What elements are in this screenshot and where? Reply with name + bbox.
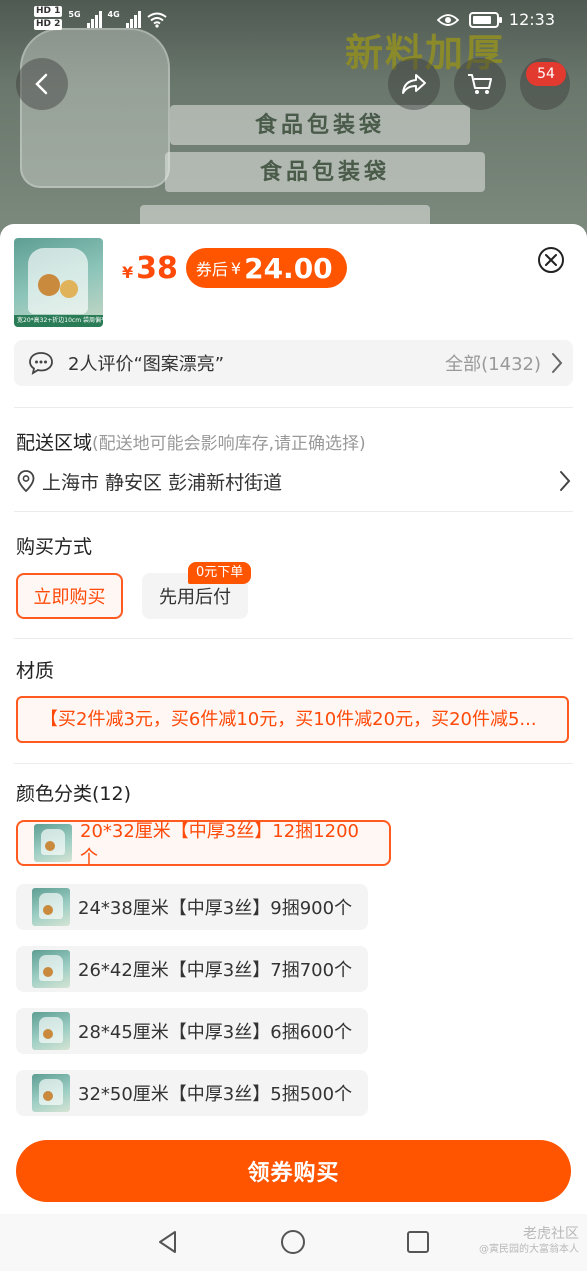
cart-icon xyxy=(468,74,492,94)
status-bar: HD 1 HD 2 5G 4G 12:33 xyxy=(0,0,587,44)
close-icon[interactable] xyxy=(537,246,565,274)
material-option[interactable]: 【买2件减3元，买6件减10元，买10件减20元，买20件减5... xyxy=(16,696,569,743)
sku-selection-sheet: 宽20*高32+折边10cm 袋周偏平袋 ¥ 38 券后 ¥ 24.00 2人评… xyxy=(0,224,587,1271)
wifi-icon xyxy=(147,12,167,28)
eye-icon xyxy=(436,13,459,26)
review-summary-bar[interactable]: 2人评价“图案漂亮” 全部(1432) xyxy=(14,340,573,386)
coupon-price-badge: 券后 ¥ 24.00 xyxy=(185,248,347,288)
battery-icon xyxy=(468,11,502,28)
variant-option[interactable]: 28*45厘米【中厚3丝】6捆600个 xyxy=(16,1008,368,1054)
variant-label: 20*32厘米【中厚3丝】12捆1200个 xyxy=(80,821,359,868)
food-image xyxy=(60,280,78,298)
network-label: 5G xyxy=(68,10,81,19)
hd2-label: HD 2 xyxy=(34,19,63,30)
buy-now-option[interactable]: 立即购买 xyxy=(16,573,123,619)
delivery-section-title: 配送区域(配送地可能会影响库存,请正确选择) xyxy=(16,428,366,455)
price-currency: ¥ xyxy=(122,262,134,282)
variant-label: 24*38厘米【中厚3丝】9捆900个 xyxy=(78,898,353,919)
divider xyxy=(14,638,573,639)
cart-count-badge: 54 xyxy=(526,62,566,86)
material-title: 材质 xyxy=(16,660,55,682)
back-button[interactable] xyxy=(16,58,68,110)
delivery-hint: (配送地可能会影响库存,请正确选择) xyxy=(92,434,366,454)
review-highlight: 2人评价“图案漂亮” xyxy=(68,354,225,375)
coupon-label: 券后 xyxy=(195,260,228,279)
variant-label: 28*45厘米【中厚3丝】6捆600个 xyxy=(78,1022,353,1043)
divider xyxy=(14,407,573,408)
watermark-title: 老虎社区 xyxy=(523,1226,579,1242)
hd-indicator: HD 1 HD 2 xyxy=(34,6,63,30)
cart-button[interactable] xyxy=(454,58,506,110)
chevron-left-icon xyxy=(35,73,48,95)
signal-icon xyxy=(125,10,141,28)
food-image xyxy=(38,274,60,296)
product-thumbnail[interactable]: 宽20*高32+折边10cm 袋周偏平袋 xyxy=(14,238,103,327)
status-time: 12:33 xyxy=(508,10,555,29)
nav-home-icon[interactable] xyxy=(279,1228,307,1256)
divider xyxy=(14,511,573,512)
zero-down-badge: 0元下单 xyxy=(188,562,252,584)
variant-option[interactable]: 24*38厘米【中厚3丝】9捆900个 xyxy=(16,884,368,930)
price-value: 38 xyxy=(136,250,178,286)
address-text: 上海市 静安区 彭浦新村街道 xyxy=(42,471,283,494)
color-category-title: 颜色分类(12) xyxy=(16,783,132,805)
hero-strip: 食品包装袋 xyxy=(170,105,470,145)
location-pin-icon xyxy=(17,470,35,493)
comment-icon xyxy=(29,352,53,375)
nav-recent-icon[interactable] xyxy=(404,1228,432,1256)
signal-icon xyxy=(86,10,102,28)
nav-back-icon[interactable] xyxy=(154,1228,182,1256)
variant-label: 26*42厘米【中厚3丝】7捆700个 xyxy=(78,960,353,981)
coupon-currency: ¥ xyxy=(230,258,242,278)
variant-label: 32*50厘米【中厚3丝】5捆500个 xyxy=(78,1084,353,1105)
hd1-label: HD 1 xyxy=(34,6,63,17)
variant-option[interactable]: 20*32厘米【中厚3丝】12捆1200个 xyxy=(16,820,391,868)
share-icon xyxy=(402,74,426,94)
product-price: ¥ 38 xyxy=(122,251,178,286)
coupon-price: 24.00 xyxy=(244,251,333,285)
review-count: 全部(1432) xyxy=(445,354,541,375)
watermark: 老虎社区 @寅民园的大富翁本人 xyxy=(479,1226,579,1258)
variant-option[interactable]: 32*50厘米【中厚3丝】5捆500个 xyxy=(16,1070,368,1116)
variant-thumbnail xyxy=(34,824,72,862)
purchase-method-title: 购买方式 xyxy=(16,536,93,558)
watermark-user: @寅民园的大富翁本人 xyxy=(479,1244,579,1255)
network-label: 4G xyxy=(107,10,120,19)
delivery-title: 配送区域 xyxy=(16,432,93,454)
price-row: ¥ 38 券后 ¥ 24.00 xyxy=(122,248,347,288)
thumbnail-caption: 宽20*高32+折边10cm 袋周偏平袋 xyxy=(14,315,103,327)
variant-thumbnail xyxy=(32,950,70,988)
chevron-right-icon xyxy=(560,471,571,491)
address-selector[interactable]: 上海市 静安区 彭浦新村街道 xyxy=(16,466,571,496)
variant-option[interactable]: 26*42厘米【中厚3丝】7捆700个 xyxy=(16,946,368,992)
hero-strip: 食品包装袋 xyxy=(165,152,485,192)
claim-coupon-buy-button[interactable]: 领券购买 xyxy=(16,1140,571,1202)
variant-thumbnail xyxy=(32,888,70,926)
divider xyxy=(14,763,573,764)
system-nav-bar: 老虎社区 @寅民园的大富翁本人 xyxy=(0,1214,587,1271)
status-right: 12:33 xyxy=(436,10,555,29)
chevron-right-icon xyxy=(552,353,563,373)
share-button[interactable] xyxy=(388,58,440,110)
variant-thumbnail xyxy=(32,1074,70,1112)
variant-thumbnail xyxy=(32,1012,70,1050)
status-left: HD 1 HD 2 5G 4G xyxy=(34,6,167,30)
